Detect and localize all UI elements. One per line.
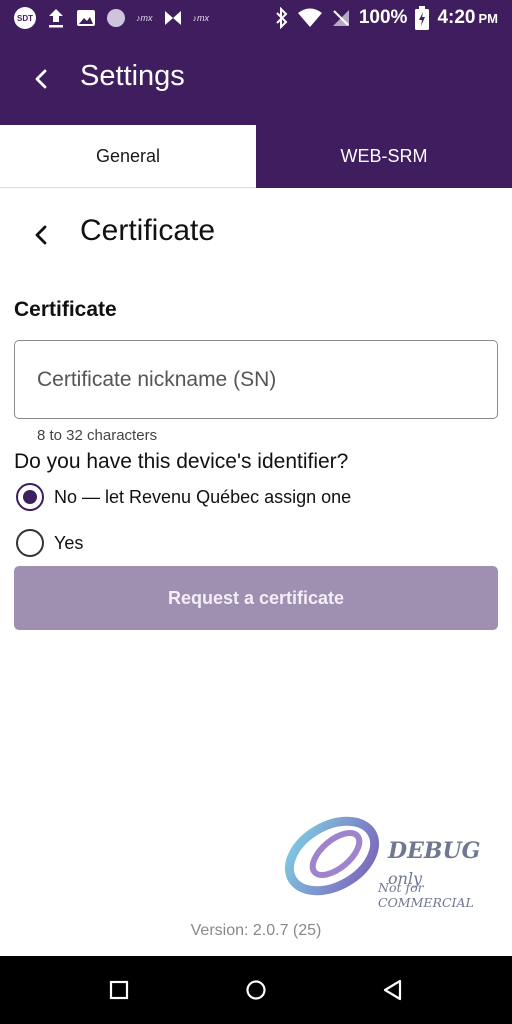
- clock: 4:20 PM: [437, 7, 498, 29]
- circle-icon: [246, 980, 266, 1000]
- status-right: 100% 4:20 PM: [275, 6, 498, 30]
- square-icon: [109, 980, 128, 1000]
- app-title: Settings: [80, 60, 185, 92]
- home-button[interactable]: [236, 970, 276, 1010]
- radio-label-no: No — let Revenu Québec assign one: [54, 486, 352, 507]
- identifier-question: Do you have this device's identifier?: [14, 450, 349, 473]
- image-icon: [76, 8, 96, 28]
- upload-icon: [46, 7, 66, 29]
- nickname-helper-text: 8 to 32 characters: [37, 427, 158, 444]
- radio-option-no[interactable]: No — let Revenu Québec assign one: [16, 483, 351, 511]
- radio-option-yes[interactable]: Yes: [16, 529, 83, 557]
- nickname-input-container[interactable]: [14, 340, 498, 419]
- radio-button-checked[interactable]: [16, 483, 44, 511]
- debug-logo-icon: [284, 816, 380, 896]
- chevron-left-icon: [35, 69, 47, 89]
- clock-time: 4:20: [437, 7, 476, 28]
- tab-general[interactable]: General: [0, 125, 256, 188]
- app-logo-small-2: ♪mx: [192, 13, 210, 23]
- status-bar: SDT ♪mx ♪mx 100% 4:20 PM: [0, 0, 512, 36]
- section-back-button[interactable]: [28, 222, 54, 248]
- wifi-icon: [297, 8, 323, 28]
- radio-dot: [23, 490, 37, 504]
- bluetooth-icon: [275, 7, 289, 29]
- recents-button[interactable]: [99, 970, 139, 1010]
- radio-button-unchecked[interactable]: [16, 529, 44, 557]
- certificate-field-label: Certificate: [14, 298, 117, 321]
- debug-watermark: DEBUG only Not for COMMERCIAL: [280, 812, 512, 910]
- request-certificate-button[interactable]: Request a certificate: [14, 566, 498, 630]
- sdt-badge: SDT: [14, 7, 36, 29]
- no-signal-icon: [331, 8, 351, 28]
- navigation-bar: [0, 956, 512, 1024]
- app-bar: Settings: [0, 36, 512, 125]
- app-logo-small: ♪mx: [136, 13, 153, 23]
- clock-suffix: PM: [478, 11, 499, 26]
- section-title: Certificate: [80, 214, 216, 247]
- not-for-commercial-label: Not for COMMERCIAL: [378, 880, 474, 910]
- circle-app-icon: [106, 8, 126, 28]
- tab-bar: General WEB-SRM: [0, 125, 512, 188]
- bowtie-icon: [163, 9, 183, 27]
- certificate-nickname-input[interactable]: [37, 341, 497, 418]
- battery-percent: 100%: [358, 7, 408, 28]
- radio-label-yes: Yes: [54, 532, 84, 553]
- triangle-back-icon: [384, 979, 402, 1001]
- back-nav-button[interactable]: [373, 970, 413, 1010]
- status-left: SDT ♪mx ♪mx: [14, 7, 209, 29]
- battery-charging-icon: [415, 6, 430, 30]
- screen: SDT ♪mx ♪mx 100% 4:20 PM Settings Genera…: [0, 0, 512, 1024]
- tab-web-srm[interactable]: WEB-SRM: [256, 125, 512, 188]
- version-text: Version: 2.0.7 (25): [190, 922, 322, 939]
- debug-word: DEBUG: [388, 838, 481, 864]
- chevron-left-icon: [35, 225, 47, 245]
- app-back-button[interactable]: [28, 66, 54, 92]
